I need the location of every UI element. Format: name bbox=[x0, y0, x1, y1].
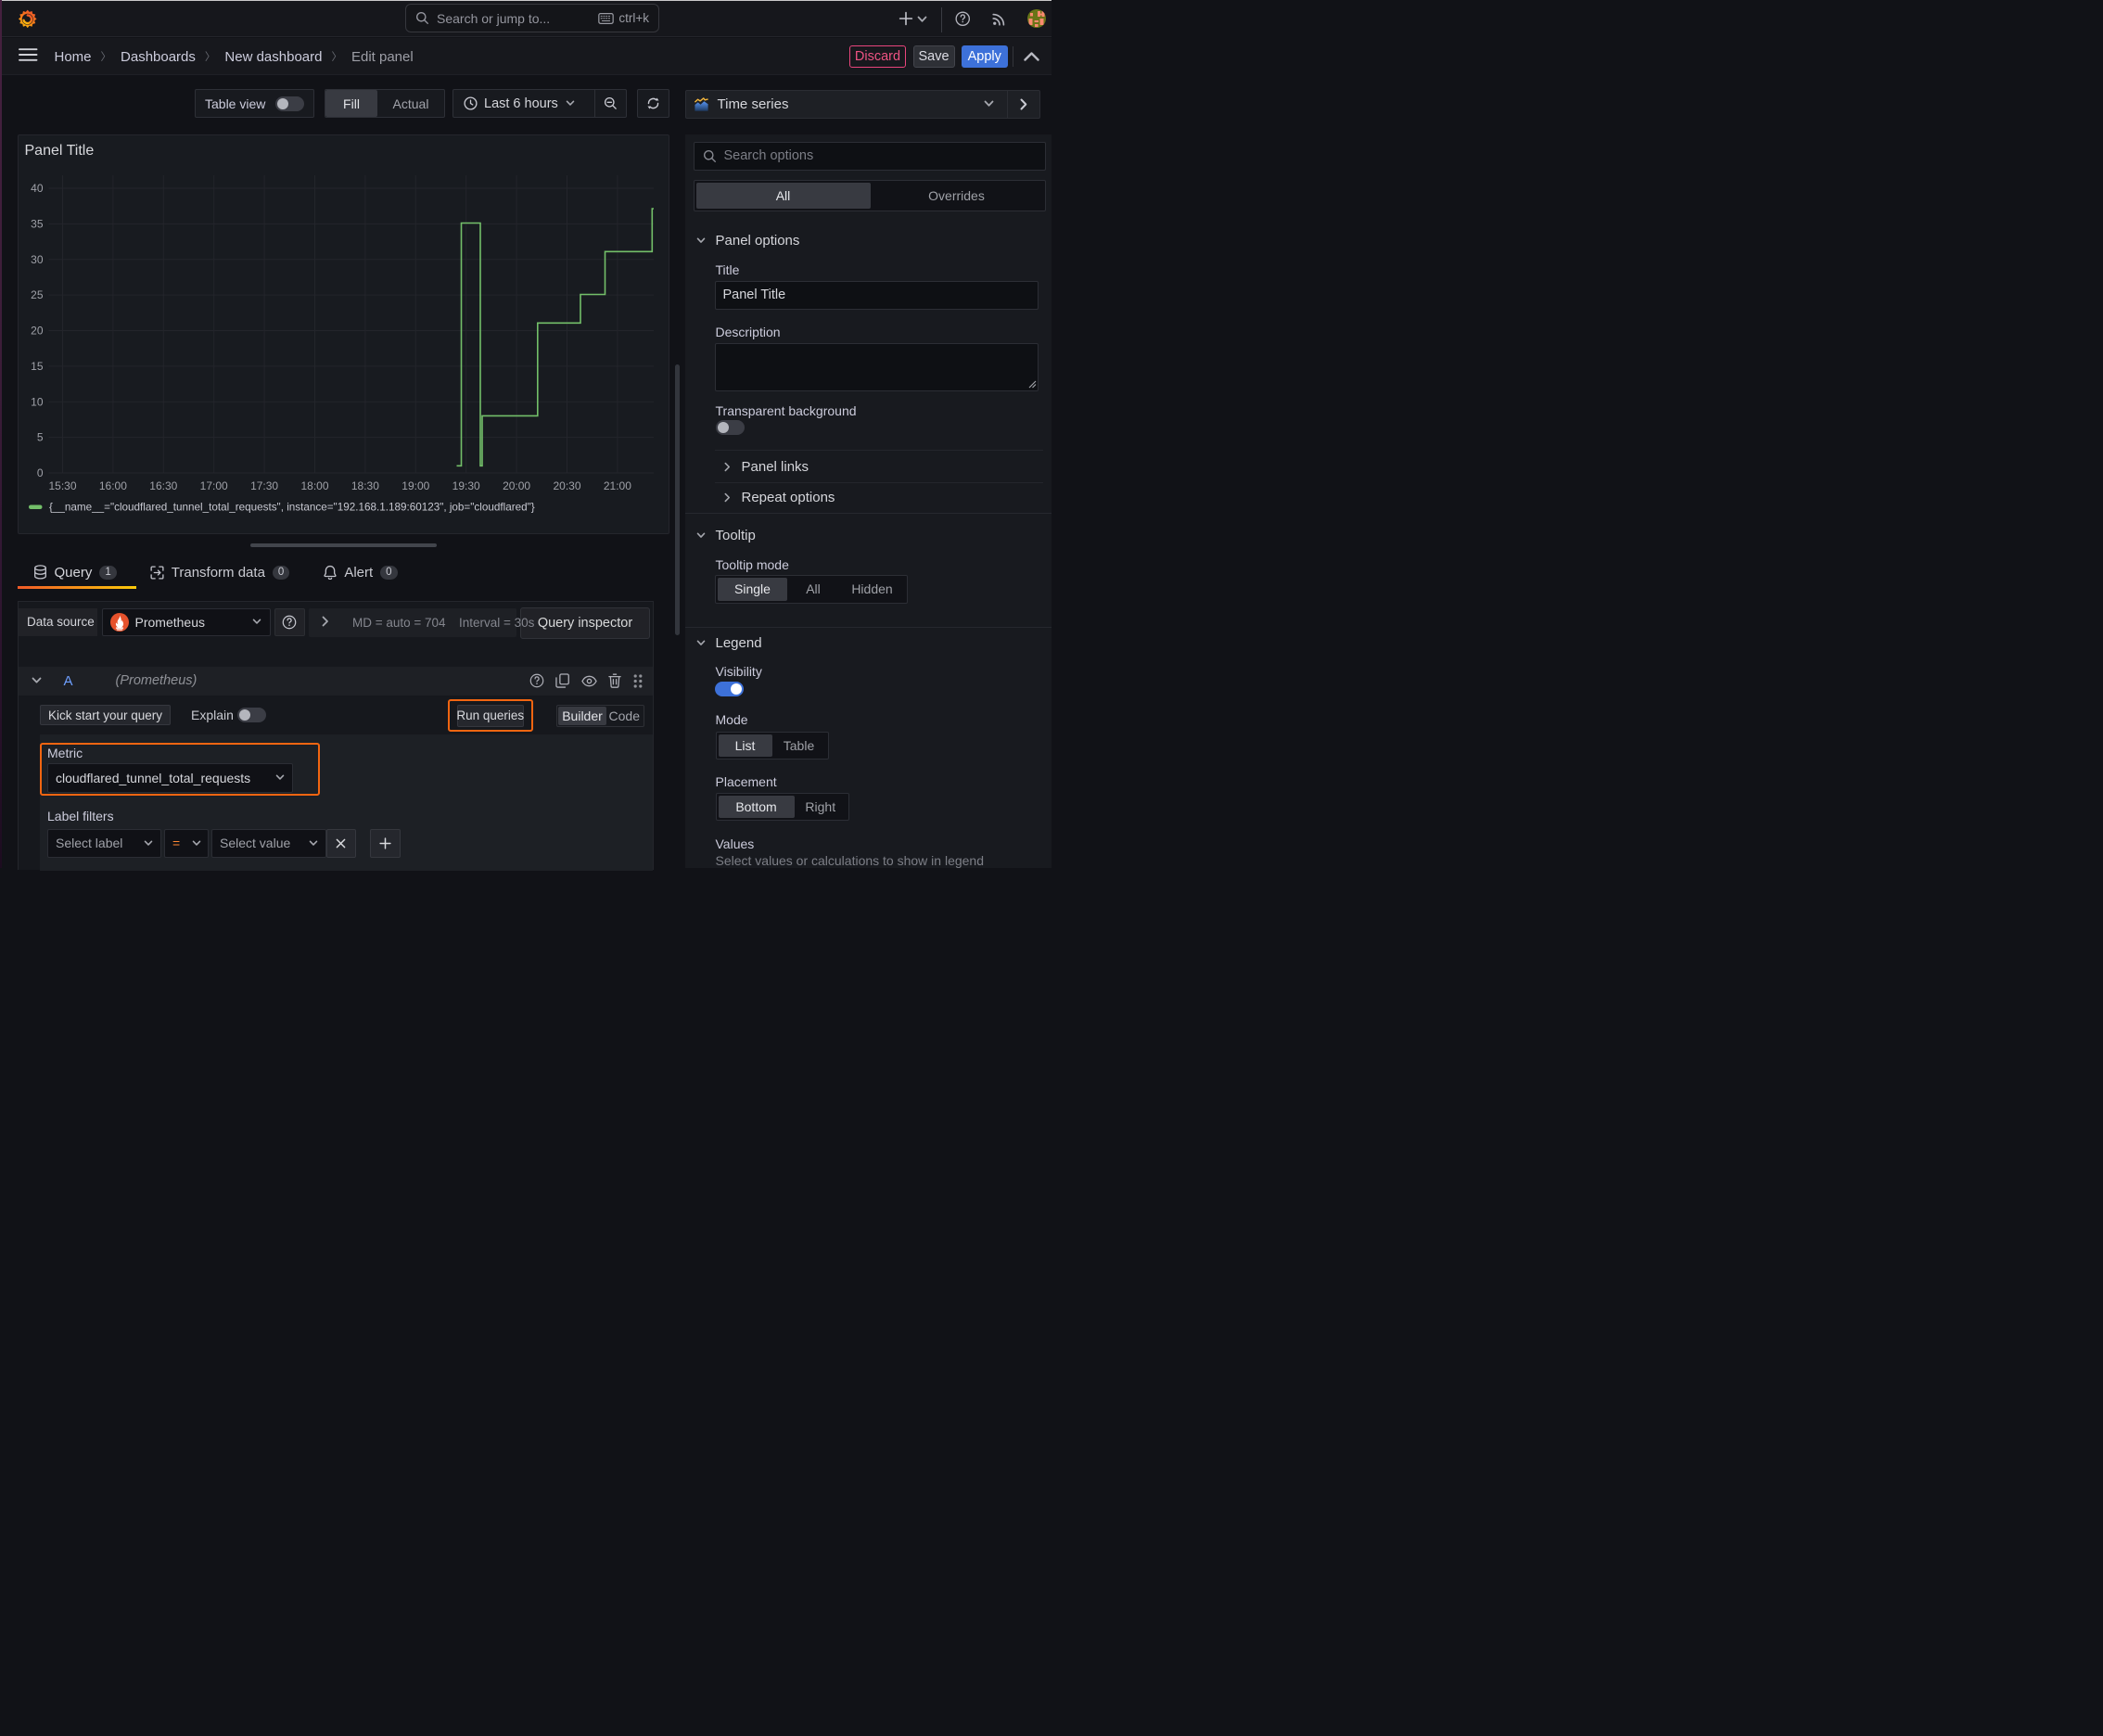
svg-text:17:00: 17:00 bbox=[199, 479, 227, 492]
svg-text:19:30: 19:30 bbox=[452, 479, 479, 492]
svg-text:30: 30 bbox=[31, 253, 44, 266]
svg-text:17:30: 17:30 bbox=[250, 479, 278, 492]
svg-text:18:00: 18:00 bbox=[300, 479, 328, 492]
svg-text:16:00: 16:00 bbox=[98, 479, 126, 492]
svg-text:20:30: 20:30 bbox=[553, 479, 580, 492]
svg-text:20:00: 20:00 bbox=[503, 479, 530, 492]
svg-text:5: 5 bbox=[36, 431, 43, 444]
svg-text:0: 0 bbox=[36, 466, 43, 479]
svg-text:10: 10 bbox=[31, 395, 44, 408]
svg-text:40: 40 bbox=[31, 182, 44, 195]
svg-text:16:30: 16:30 bbox=[149, 479, 177, 492]
svg-text:{__name__="cloudflared_tunnel_: {__name__="cloudflared_tunnel_total_requ… bbox=[49, 502, 535, 514]
svg-text:18:30: 18:30 bbox=[350, 479, 378, 492]
svg-text:15:30: 15:30 bbox=[48, 479, 76, 492]
svg-text:20: 20 bbox=[31, 325, 44, 338]
svg-text:21:00: 21:00 bbox=[603, 479, 631, 492]
svg-text:25: 25 bbox=[31, 288, 44, 301]
svg-text:35: 35 bbox=[31, 217, 44, 230]
svg-text:15: 15 bbox=[31, 360, 44, 373]
svg-text:19:00: 19:00 bbox=[401, 479, 429, 492]
